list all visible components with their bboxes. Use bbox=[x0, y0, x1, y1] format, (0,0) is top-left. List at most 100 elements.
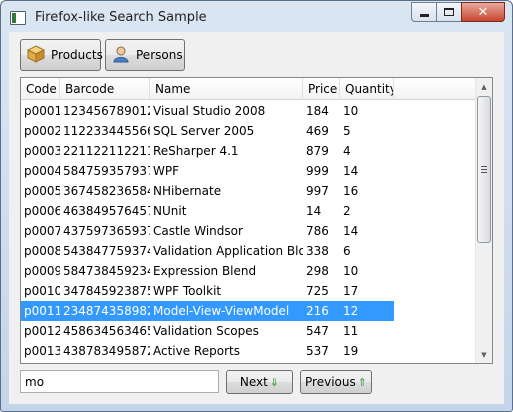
cell-name: Castle Windsor bbox=[153, 224, 243, 238]
cell-barcode: 1234567890123 bbox=[63, 104, 150, 118]
persons-button[interactable]: Persons bbox=[105, 39, 185, 71]
cell-barcode: 4638495764578 bbox=[63, 204, 150, 218]
table-row[interactable]: p00064638495764578NUnit 14 2 bbox=[21, 201, 477, 221]
caption-buttons: ✕ bbox=[411, 2, 505, 22]
column-header-code[interactable]: Code bbox=[21, 78, 60, 100]
cell-filler bbox=[394, 341, 477, 361]
cell-barcode: 2211221122112 bbox=[63, 144, 150, 158]
next-button[interactable]: Next ⇓ bbox=[226, 370, 293, 394]
cell-price: 547 bbox=[306, 324, 329, 338]
cell-price: 14 bbox=[306, 204, 322, 218]
cell-price: 216 bbox=[303, 301, 340, 321]
grip-icon bbox=[481, 166, 487, 173]
cell-filler bbox=[394, 141, 477, 161]
table-row[interactable]: p00112348743589823Model-View-ViewModel21… bbox=[21, 301, 477, 321]
cell-barcode: 2348743589823 bbox=[60, 301, 150, 321]
cell-barcode: 5847384592347 bbox=[63, 264, 150, 278]
table-row[interactable]: p00134387834958723Active Reports 537 19 bbox=[21, 341, 477, 361]
cell-code: p0001 bbox=[24, 104, 60, 118]
cell-code: p0009 bbox=[24, 264, 60, 278]
cell-filler bbox=[394, 321, 477, 341]
cell-price: 338 bbox=[306, 244, 329, 258]
cell-code: p0002 bbox=[24, 124, 60, 138]
search-input[interactable] bbox=[20, 370, 219, 393]
up-arrow-icon: ⇑ bbox=[357, 375, 367, 389]
cell-qty: 14 bbox=[343, 224, 359, 238]
cell-qty: 11 bbox=[343, 324, 359, 338]
cell-filler bbox=[394, 241, 477, 261]
table-row[interactable]: p00045847593579378WPF 999 14 bbox=[21, 161, 477, 181]
cell-name: Active Reports bbox=[153, 344, 240, 358]
cell-name: ReSharper 4.1 bbox=[153, 144, 239, 158]
cell-filler bbox=[394, 201, 477, 221]
cell-price: 298 bbox=[306, 264, 329, 278]
products-grid[interactable]: Code Barcode Name Price Quantity p0001 12… bbox=[20, 77, 493, 364]
scroll-thumb[interactable] bbox=[477, 96, 491, 243]
cell-price: 786 bbox=[306, 224, 329, 238]
title-bar[interactable]: Firefox-like Search Sample ✕ bbox=[1, 1, 512, 33]
window-title: Firefox-like Search Sample bbox=[35, 10, 207, 25]
cell-code: p0008 bbox=[24, 244, 60, 258]
minimize-button[interactable] bbox=[411, 2, 437, 22]
previous-label: Previous bbox=[305, 375, 356, 389]
minimize-icon bbox=[419, 13, 429, 17]
cell-barcode: 4375973659376 bbox=[63, 224, 150, 238]
cell-barcode: 4586345634656 bbox=[63, 324, 150, 338]
cell-name: Validation Application Block bbox=[153, 244, 303, 258]
cell-code: p0010 bbox=[24, 284, 60, 298]
cell-qty: 6 bbox=[343, 244, 351, 258]
cell-barcode: 3478459238754 bbox=[63, 284, 150, 298]
scroll-down-arrow-icon[interactable]: ▼ bbox=[476, 346, 492, 363]
cell-price: 469 bbox=[306, 124, 329, 138]
table-row[interactable]: p00103478459238754WPF Toolkit 725 17 bbox=[21, 281, 477, 301]
table-row[interactable]: p00074375973659376Castle Windsor 786 14 bbox=[21, 221, 477, 241]
cell-name: SQL Server 2005 bbox=[153, 124, 255, 138]
cell-code: p0012 bbox=[24, 324, 60, 338]
column-header-quantity[interactable]: Quantity bbox=[340, 78, 394, 100]
column-header-barcode[interactable]: Barcode bbox=[60, 78, 150, 100]
vertical-scrollbar[interactable]: ▲ ▼ bbox=[475, 78, 492, 363]
cell-barcode: 5438477593746 bbox=[63, 244, 150, 258]
cell-name: WPF Toolkit bbox=[153, 284, 222, 298]
table-row[interactable]: p00053674582365848NHibernate 997 16 bbox=[21, 181, 477, 201]
table-row[interactable]: p00124586345634656Validation Scopes 547 11 bbox=[21, 321, 477, 341]
table-row[interactable]: p00032211221122112ReSharper 4.1 879 4 bbox=[21, 141, 477, 161]
column-header-name[interactable]: Name bbox=[150, 78, 303, 100]
person-icon bbox=[112, 45, 130, 66]
products-button[interactable]: Products bbox=[20, 39, 103, 71]
table-row[interactable]: p00095847384592347Expression Blend 298 10 bbox=[21, 261, 477, 281]
cell-qty: 10 bbox=[343, 104, 359, 118]
table-row[interactable]: p00011234567890123Visual Studio 2008 184 1… bbox=[21, 101, 477, 121]
cell-filler bbox=[394, 161, 477, 181]
cell-filler bbox=[394, 261, 477, 281]
cell-code: p0003 bbox=[24, 144, 60, 158]
cell-code: p0006 bbox=[24, 204, 60, 218]
previous-button[interactable]: Previous ⇑ bbox=[300, 370, 372, 394]
cell-filler bbox=[394, 181, 477, 201]
close-icon: ✕ bbox=[477, 4, 489, 20]
app-window: Firefox-like Search Sample ✕ Products Pe… bbox=[0, 0, 513, 412]
cell-code: p0005 bbox=[24, 184, 60, 198]
cell-name: NUnit bbox=[153, 204, 187, 218]
cell-barcode: 1122334455667 bbox=[63, 124, 150, 138]
cell-code: p0011 bbox=[21, 301, 60, 321]
cell-name: NHibernate bbox=[153, 184, 222, 198]
column-header-price[interactable]: Price bbox=[303, 78, 340, 100]
maximize-button[interactable] bbox=[436, 2, 462, 22]
cell-filler bbox=[394, 121, 477, 141]
cell-price: 999 bbox=[306, 164, 329, 178]
client-area: Products Persons Code Barcode Name Price… bbox=[9, 32, 504, 404]
cell-price: 879 bbox=[306, 144, 329, 158]
scroll-up-arrow-icon[interactable]: ▲ bbox=[476, 78, 492, 95]
table-row[interactable]: p00021122334455667SQL Server 2005 469 5 bbox=[21, 121, 477, 141]
cell-qty: 10 bbox=[343, 264, 359, 278]
app-icon bbox=[10, 11, 26, 25]
cell-filler bbox=[394, 301, 477, 321]
box-icon bbox=[26, 44, 46, 66]
cell-price: 997 bbox=[306, 184, 329, 198]
grid-rows: p00011234567890123Visual Studio 2008 184 1… bbox=[21, 101, 477, 361]
table-row[interactable]: p00085438477593746Validation Application… bbox=[21, 241, 477, 261]
cell-code: p0004 bbox=[24, 164, 60, 178]
close-button[interactable]: ✕ bbox=[461, 2, 505, 22]
cell-name: Visual Studio 2008 bbox=[153, 104, 266, 118]
